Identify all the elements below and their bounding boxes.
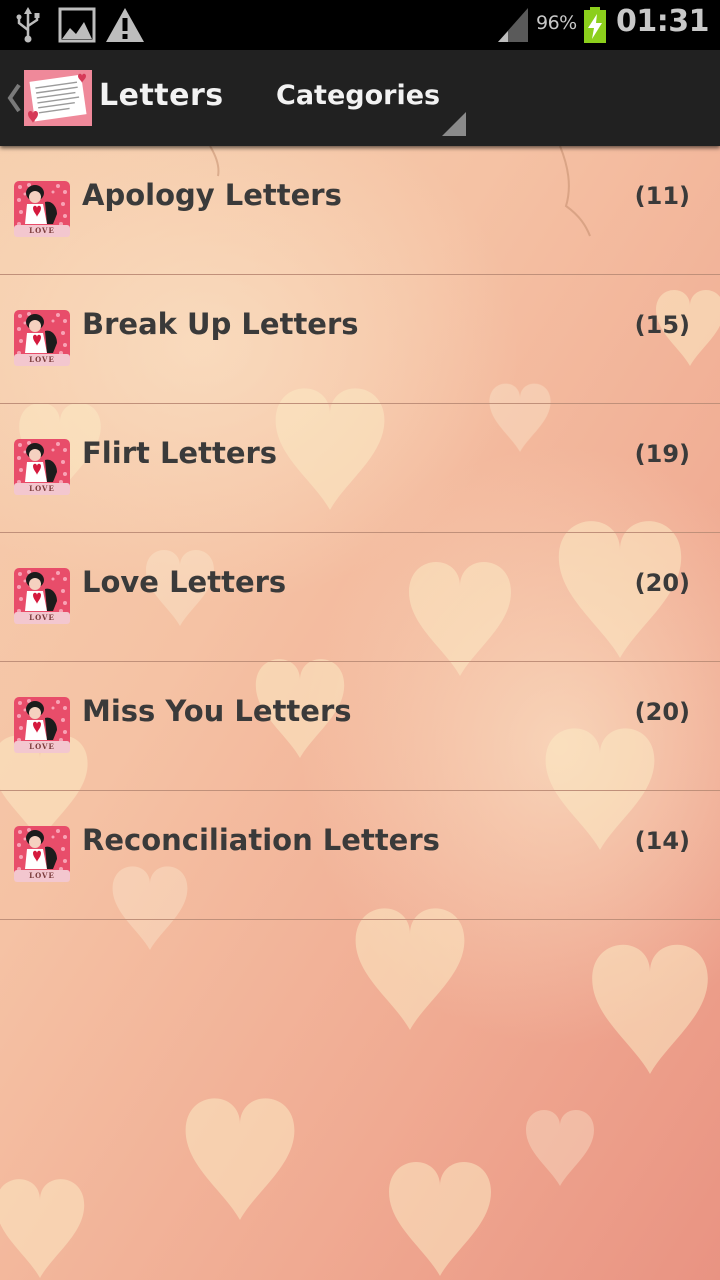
category-count: (14) <box>634 827 690 855</box>
category-title: Miss You Letters <box>82 694 352 728</box>
categories-spinner[interactable]: Categories <box>266 68 470 138</box>
love-badge-text: LOVE <box>29 871 55 880</box>
love-card-icon: LOVE <box>13 825 71 883</box>
category-title: Break Up Letters <box>82 307 359 341</box>
usb-icon <box>16 7 40 43</box>
love-card-icon: LOVE <box>13 180 71 238</box>
category-title: Apology Letters <box>82 178 342 212</box>
category-list-item[interactable]: LOVE Flirt Letters (19) <box>0 404 720 533</box>
battery-charging-icon <box>584 7 606 43</box>
love-badge-text: LOVE <box>29 613 55 622</box>
category-count: (20) <box>634 698 690 726</box>
action-bar: Letters Categories <box>0 50 720 146</box>
category-count: (20) <box>634 569 690 597</box>
app-title: Letters <box>99 78 224 113</box>
category-list-item[interactable]: LOVE Reconciliation Letters (14) <box>0 791 720 920</box>
category-title: Flirt Letters <box>82 436 278 470</box>
love-card-icon: LOVE <box>13 567 71 625</box>
category-list-item[interactable]: LOVE Apology Letters (11) <box>0 146 720 275</box>
category-title: Love Letters <box>82 565 287 599</box>
love-badge-text: LOVE <box>29 484 55 493</box>
app-logo-icon[interactable] <box>24 70 92 126</box>
content-area: LOVE Apology Letters (11) LOVE Break Up Let… <box>0 146 720 1280</box>
category-count: (19) <box>634 440 690 468</box>
category-title: Reconciliation Letters <box>82 823 440 857</box>
category-count: (11) <box>634 182 690 210</box>
status-bar: 96% 01:31 <box>0 0 720 50</box>
signal-icon <box>498 8 528 42</box>
category-count: (15) <box>634 311 690 339</box>
love-card-icon: LOVE <box>13 696 71 754</box>
battery-percent: 96% <box>536 12 577 34</box>
love-badge-text: LOVE <box>29 742 55 751</box>
category-list-item[interactable]: LOVE Miss You Letters (20) <box>0 662 720 791</box>
warning-icon <box>106 8 144 42</box>
clock: 01:31 <box>616 4 710 39</box>
category-list-item[interactable]: LOVE Love Letters (20) <box>0 533 720 662</box>
love-badge-text: LOVE <box>29 226 55 235</box>
image-icon <box>58 7 96 43</box>
spinner-arrow-icon <box>442 112 466 136</box>
category-list: LOVE Apology Letters (11) LOVE Break Up Let… <box>0 146 720 920</box>
love-card-icon: LOVE <box>13 309 71 367</box>
love-card-icon: LOVE <box>13 438 71 496</box>
category-list-item[interactable]: LOVE Break Up Letters (15) <box>0 275 720 404</box>
love-badge-text: LOVE <box>29 355 55 364</box>
up-caret-icon[interactable] <box>6 82 22 114</box>
spinner-label: Categories <box>276 80 441 111</box>
